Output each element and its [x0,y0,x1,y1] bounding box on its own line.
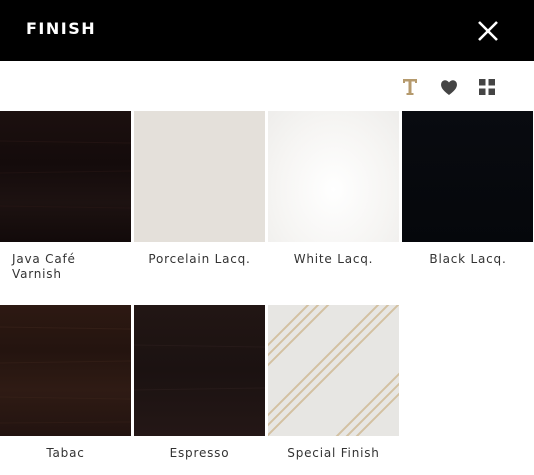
swatch-white-lacq[interactable] [268,111,399,242]
close-icon [478,21,498,41]
grid-view-icon [479,79,495,95]
swatch-label-java-cafe-varnish: Java Café Varnish [12,252,76,281]
swatch-label-porcelain-lacq: Porcelain Lacq. [148,252,251,266]
swatch-tabac[interactable] [0,305,132,436]
grid-view-button[interactable] [476,76,498,98]
text-format-icon [403,79,417,95]
swatch-java-cafe-varnish[interactable] [0,111,132,242]
close-button[interactable] [476,19,500,43]
wood-grain-texture [133,344,266,391]
wood-grain-texture [0,140,132,209]
diagonal-stripe-pattern [268,305,399,436]
swatch-espresso[interactable] [133,305,266,436]
swatch-label-special-finish: Special Finish [287,446,380,460]
swatch-label-tabac: Tabac [46,446,85,460]
favorites-button[interactable] [438,76,460,98]
swatch-label-espresso: Espresso [169,446,230,460]
panel-title: FINISH [26,19,97,38]
header-bar: FINISH [0,0,534,61]
heart-icon [441,80,457,95]
swatch-label-white-lacq: White Lacq. [293,252,374,266]
text-view-button[interactable] [399,76,421,98]
swatch-black-lacq[interactable] [402,111,533,242]
wood-grain-texture [0,326,132,424]
swatch-special-finish[interactable] [268,305,399,436]
swatch-label-black-lacq: Black Lacq. [429,252,507,266]
swatch-porcelain-lacq[interactable] [134,111,265,242]
